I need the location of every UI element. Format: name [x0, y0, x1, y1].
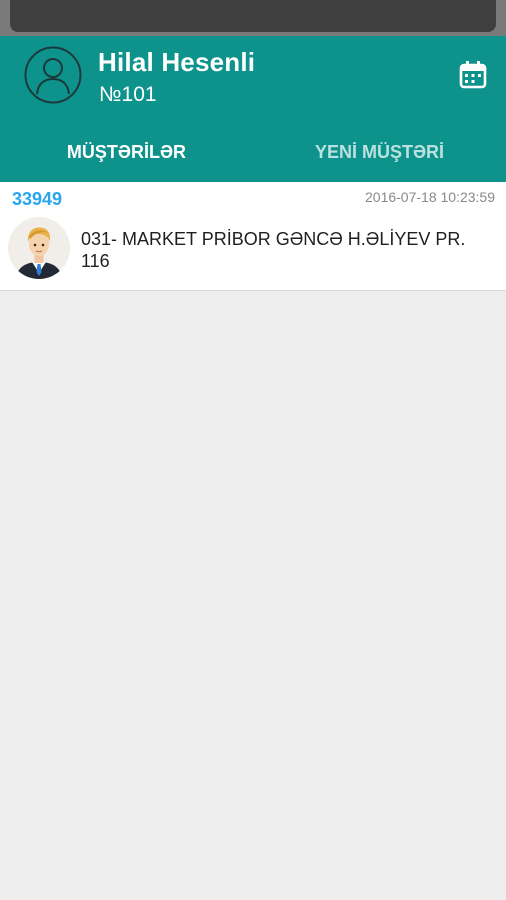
customer-datetime: 2016-07-18 10:23:59 — [365, 189, 495, 205]
calendar-icon[interactable] — [458, 59, 488, 91]
user-avatar-icon[interactable] — [24, 46, 82, 104]
status-bar — [10, 0, 496, 32]
customer-name: 031- MARKET PRİBOR GƏNCƏ H.ƏLİYEV PR. 11… — [81, 229, 466, 271]
tab-bar: MÜŞTƏRİLƏR YENİ MÜŞTƏRİ — [0, 128, 506, 182]
device-status-area — [0, 0, 506, 36]
user-number: №101 — [99, 83, 157, 106]
customer-list: 33949 2016-07-18 10:23:59 031- MARKET PR… — [0, 182, 506, 291]
businessman-avatar-icon — [8, 217, 70, 279]
customer-id: 33949 — [12, 189, 63, 209]
app-header: Hilal Hesenli №101 MÜŞTƏRİLƏR YENİ MÜŞTƏ… — [0, 36, 506, 182]
tab-new-customer[interactable]: YENİ MÜŞTƏRİ — [253, 128, 506, 182]
user-name: Hilal Hesenli — [98, 47, 256, 77]
tab-customers[interactable]: MÜŞTƏRİLƏR — [0, 128, 253, 182]
app-screen: Hilal Hesenli №101 MÜŞTƏRİLƏR YENİ MÜŞTƏ… — [0, 0, 506, 900]
customer-card[interactable]: 33949 2016-07-18 10:23:59 031- MARKET PR… — [0, 182, 506, 291]
